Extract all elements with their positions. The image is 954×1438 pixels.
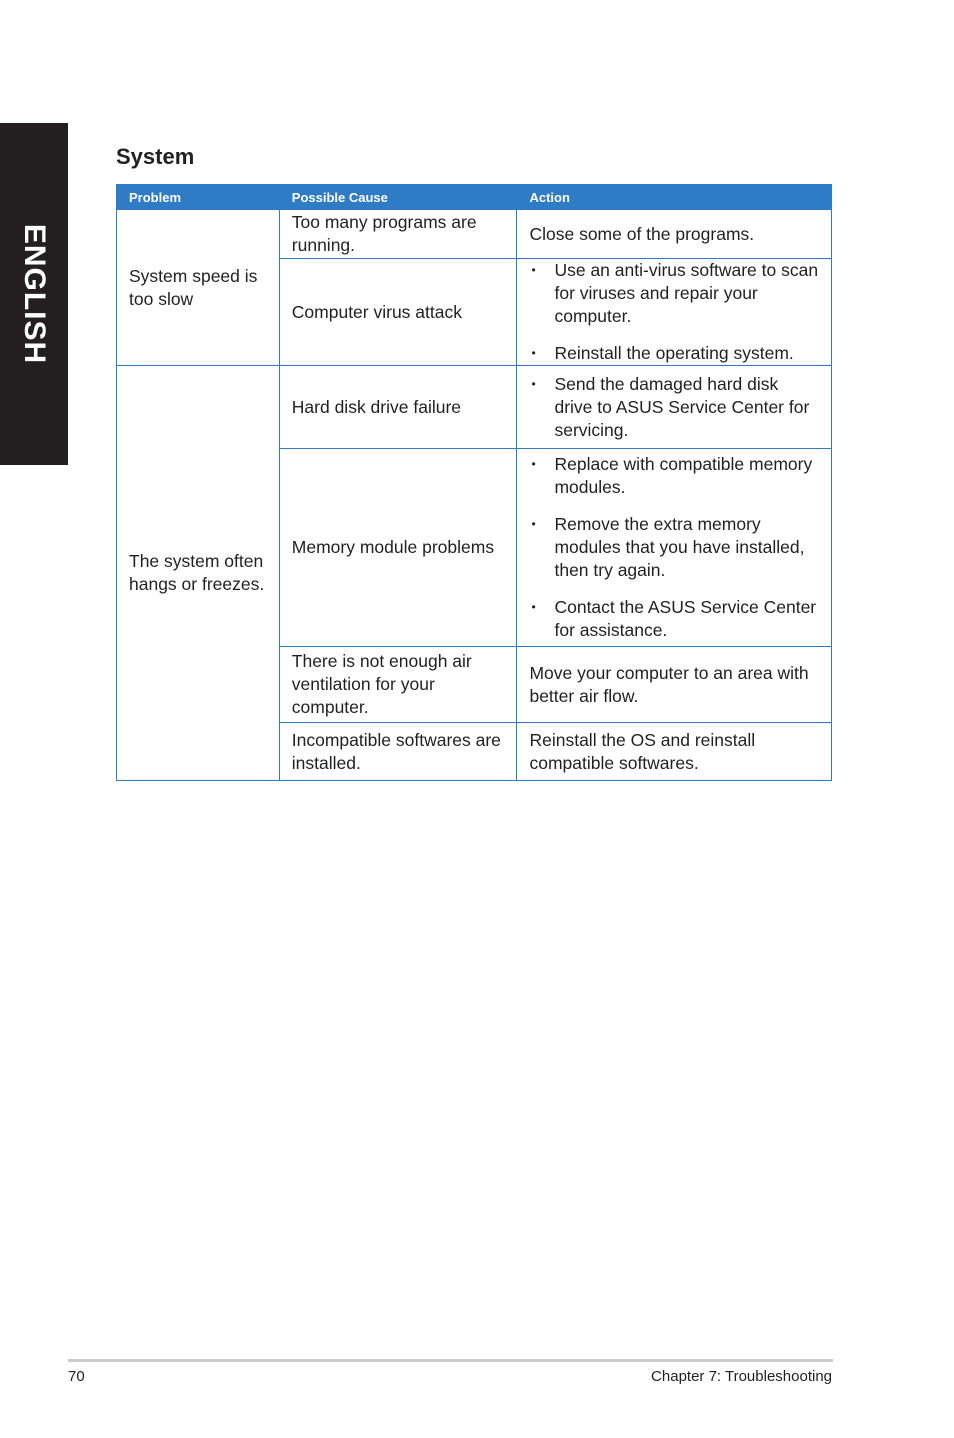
page-number: 70 <box>68 1368 85 1385</box>
action-bullet: Use an anti-virus software to scan for v… <box>529 259 819 328</box>
chapter-title: Chapter 7: Troubleshooting <box>651 1368 832 1385</box>
cause-cell: Hard disk drive failure <box>278 365 518 449</box>
cause-cell: There is not enough air ventilation for … <box>278 646 518 723</box>
action-bullet: Send the damaged hard disk drive to ASUS… <box>529 373 819 442</box>
action-bullet: Remove the extra memory modules that you… <box>529 513 819 582</box>
action-bullet: Reinstall the operating system. <box>529 342 819 365</box>
action-cell: Use an anti-virus software to scan for v… <box>516 258 832 366</box>
action-bullet: Contact the ASUS Service Center for assi… <box>529 596 819 642</box>
action-list: Replace with compatible memory modules. … <box>529 453 819 642</box>
header-possible-cause: Possible Cause <box>278 184 518 210</box>
problem-cell: System speed is too slow <box>116 209 280 366</box>
action-bullet: Replace with compatible memory modules. <box>529 453 819 499</box>
section-title: System <box>116 144 195 169</box>
language-label: ENGLISH <box>18 223 51 365</box>
language-side-tab: ENGLISH <box>0 123 68 465</box>
action-cell: Replace with compatible memory modules. … <box>516 448 832 647</box>
footer-divider <box>68 1359 833 1362</box>
action-list: Send the damaged hard disk drive to ASUS… <box>529 373 819 442</box>
action-list: Use an anti-virus software to scan for v… <box>529 259 819 365</box>
table-row: System speed is too slow Too many progra… <box>116 209 832 366</box>
header-problem: Problem <box>116 184 280 210</box>
cause-cell: Incompatible softwares are installed. <box>278 722 518 781</box>
header-action: Action <box>516 184 832 210</box>
cause-cell: Too many programs are running. <box>278 209 518 259</box>
table-header-row: Problem Possible Cause Action <box>116 184 832 210</box>
table-row: The system often hangs or freezes. Hard … <box>116 365 832 781</box>
action-cell: Send the damaged hard disk drive to ASUS… <box>516 365 832 449</box>
troubleshooting-table: Problem Possible Cause Action System spe… <box>116 184 832 781</box>
action-cell: Reinstall the OS and reinstall compatibl… <box>516 722 832 781</box>
cause-cell: Memory module problems <box>278 448 518 647</box>
problem-cell: The system often hangs or freezes. <box>116 365 280 781</box>
action-cell: Move your computer to an area with bette… <box>516 646 832 723</box>
action-cell: Close some of the programs. <box>516 209 832 259</box>
cause-cell: Computer virus attack <box>278 258 518 366</box>
